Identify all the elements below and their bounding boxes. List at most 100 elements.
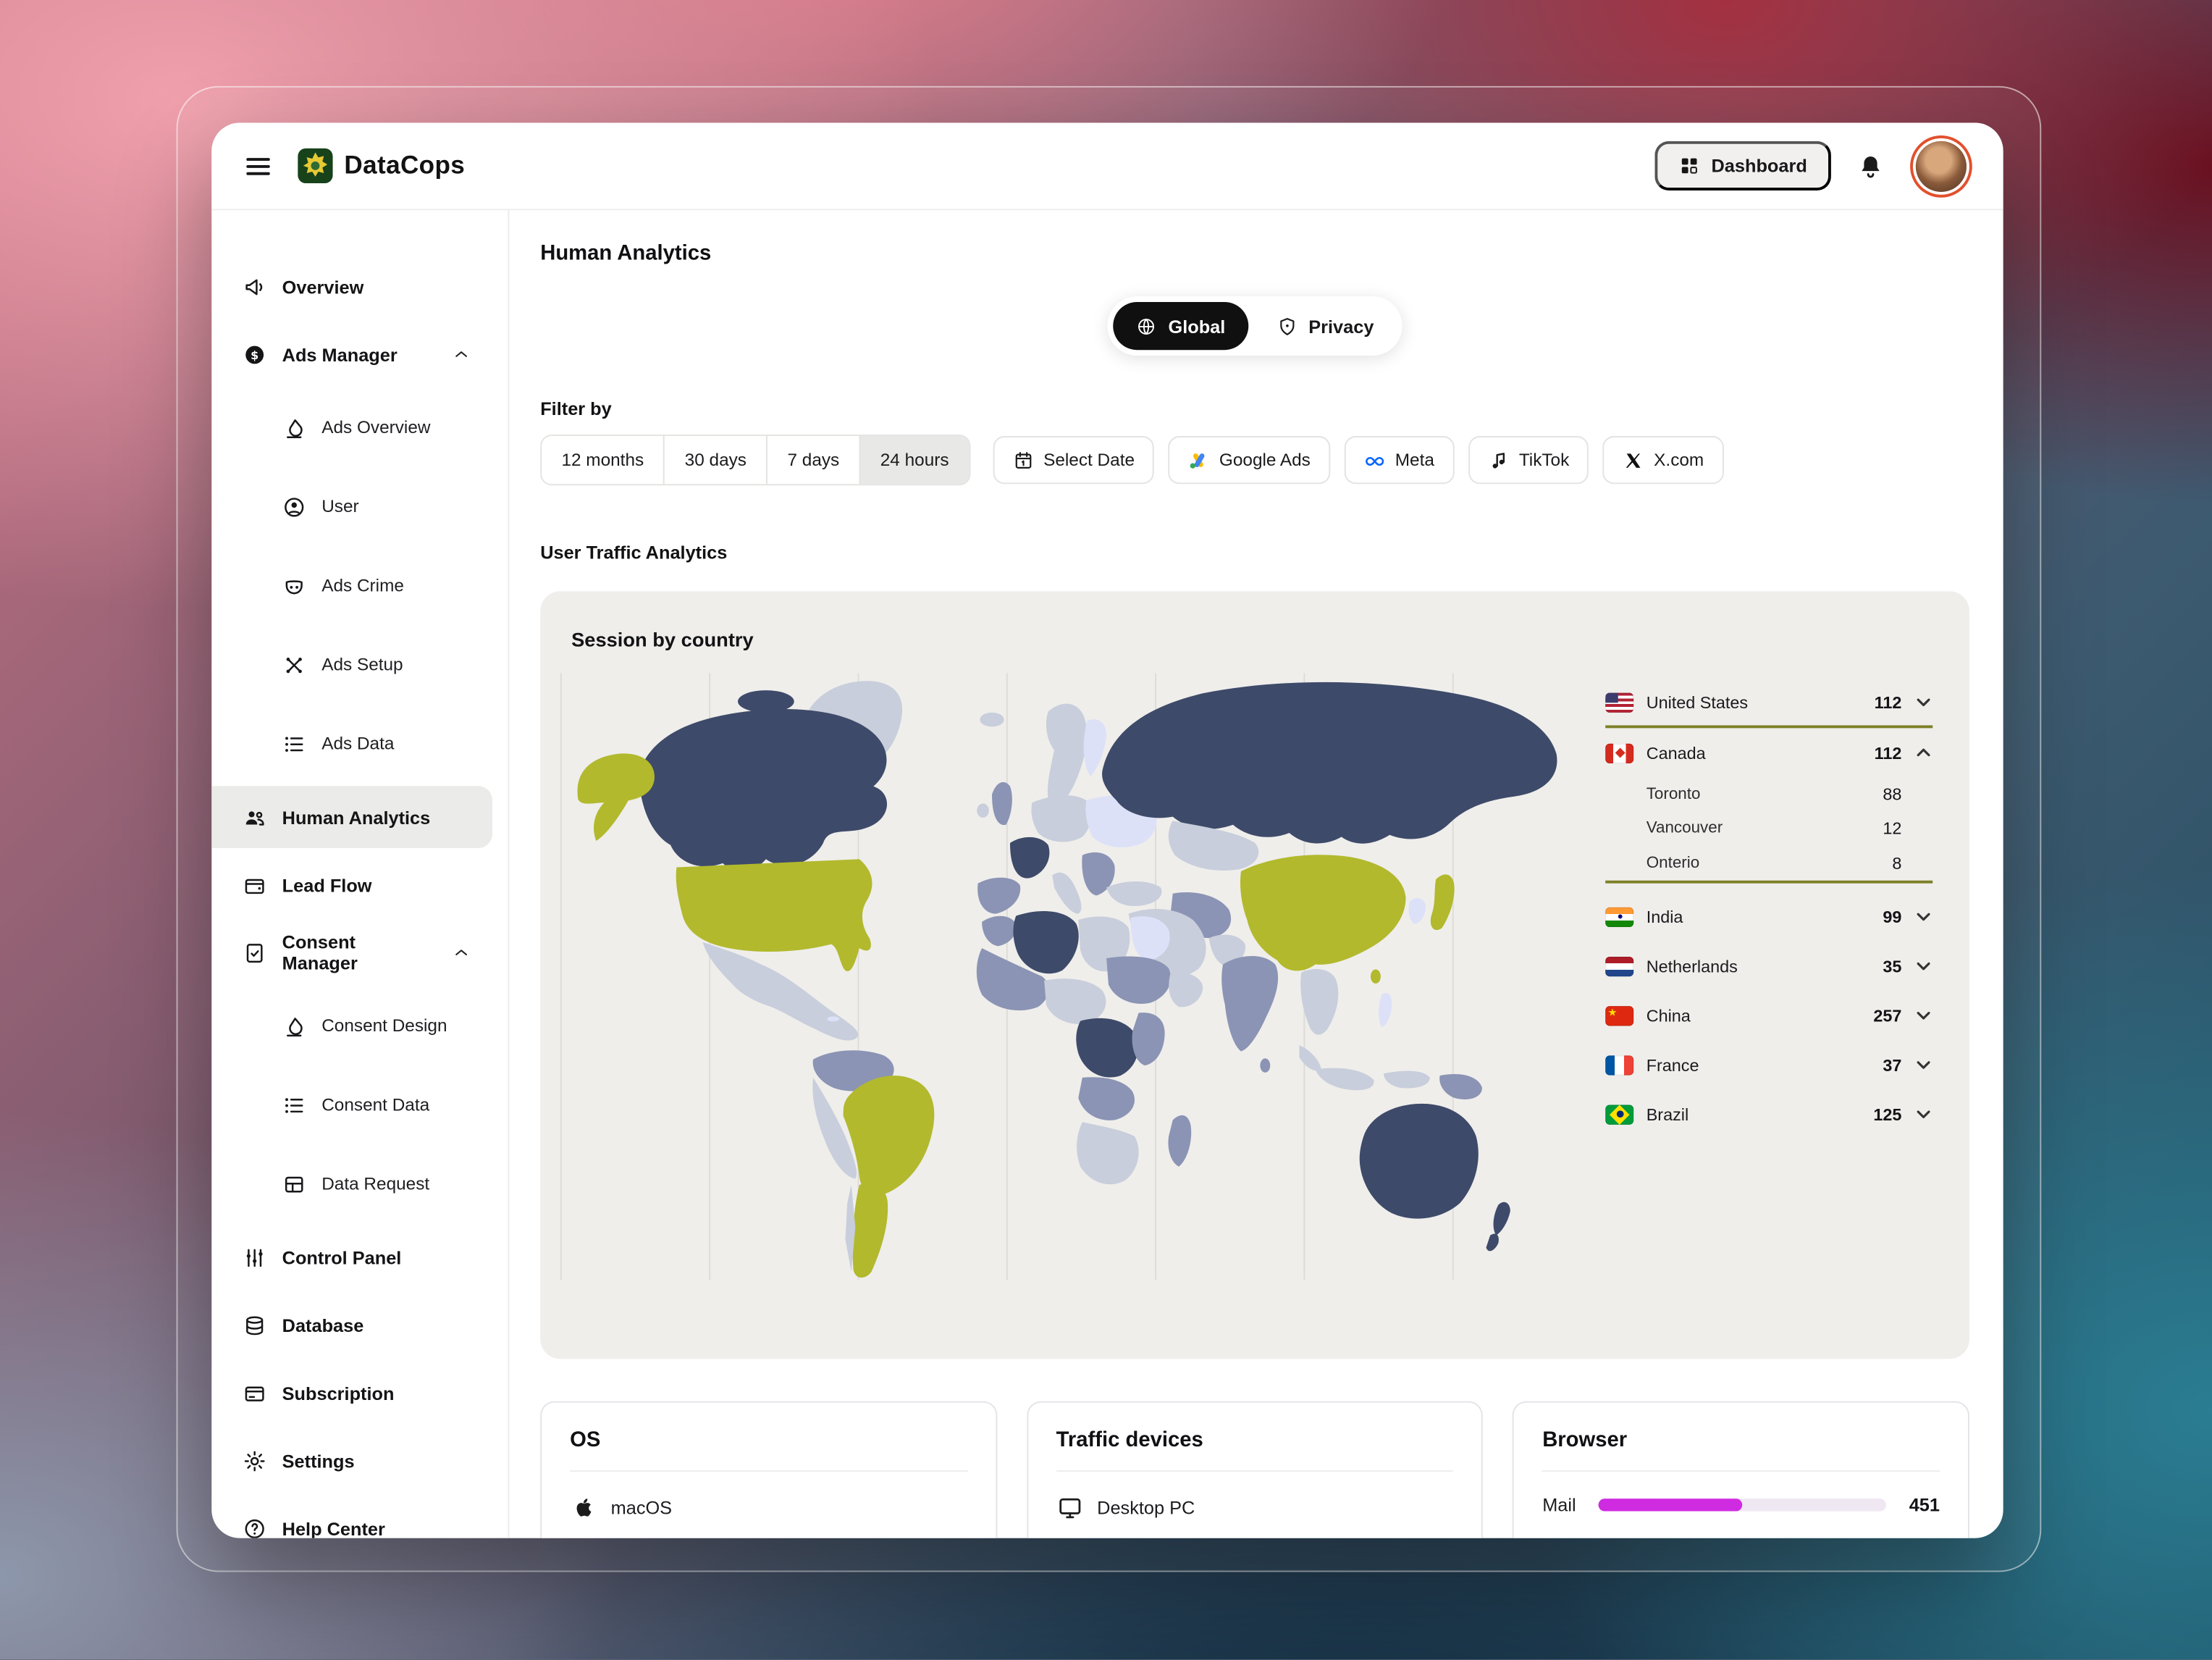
select-date-button[interactable]: Select Date [993, 436, 1154, 484]
map-region-central-europe [1031, 795, 1091, 842]
mask-icon [282, 574, 306, 598]
sidebar-item-ads-setup[interactable]: Ads Setup [211, 625, 508, 704]
user-traffic-analytics-label: User Traffic Analytics [540, 542, 1969, 563]
city-row-onterio[interactable]: Onterio 8 [1605, 845, 1933, 884]
country-row-canada[interactable]: Canada 112 [1605, 728, 1933, 777]
sidebar-item-label: Ads Manager [282, 343, 398, 364]
sidebar-item-label: Consent Data [321, 1095, 429, 1115]
map-region-mexico [702, 942, 858, 1041]
map-region-philippines [1379, 993, 1392, 1027]
meta-icon [1364, 450, 1385, 471]
window-body: Overview $ Ads Manager Ads Overview [211, 210, 2003, 1538]
sidebar-item-label: Ads Setup [321, 655, 403, 674]
country-row-brazil[interactable]: Brazil 125 [1605, 1089, 1933, 1139]
country-row-france[interactable]: France 37 [1605, 1040, 1933, 1089]
traffic-devices-card-title: Traffic devices [1056, 1428, 1454, 1452]
map-region-china [1240, 855, 1406, 971]
sidebar-item-ads-crime[interactable]: Ads Crime [211, 546, 508, 625]
map-region-sudan [1106, 957, 1171, 1004]
filter-30-days[interactable]: 30 days [663, 436, 766, 484]
city-name: Toronto [1647, 786, 1701, 802]
time-filter-group: 12 months 30 days 7 days 24 hours [540, 435, 970, 485]
browser-card-title: Browser [1542, 1428, 1940, 1452]
sidebar: Overview $ Ads Manager Ads Overview [211, 210, 509, 1538]
filter-tiktok[interactable]: TikTok [1468, 436, 1589, 484]
map-region-taiwan [1371, 969, 1381, 984]
chevron-down-icon[interactable] [1914, 907, 1933, 926]
sidebar-item-ads-data[interactable]: Ads Data [211, 704, 508, 783]
sidebar-item-subscription[interactable]: Subscription [211, 1359, 508, 1427]
gear-icon [243, 1449, 266, 1472]
sidebar-item-control-panel[interactable]: Control Panel [211, 1223, 508, 1291]
chevron-up-icon[interactable] [451, 942, 471, 962]
map-region-russia [1102, 682, 1557, 844]
city-row-toronto[interactable]: Toronto 88 [1605, 778, 1933, 812]
browser-row-mail[interactable]: Mail 451 [1542, 1494, 1940, 1515]
sidebar-item-label: Ads Overview [321, 418, 430, 437]
sidebar-item-human-analytics[interactable]: Human Analytics [211, 783, 508, 851]
chevron-down-icon[interactable] [1914, 1105, 1933, 1123]
sidebar-item-label: Help Center [282, 1517, 385, 1538]
filter-12-months[interactable]: 12 months [542, 436, 663, 484]
sidebar-item-settings[interactable]: Settings [211, 1427, 508, 1495]
sidebar-item-help-center[interactable]: Help Center [211, 1494, 508, 1538]
chevron-down-icon[interactable] [1914, 693, 1933, 711]
country-value: 35 [1883, 956, 1901, 976]
tab-privacy[interactable]: Privacy [1253, 302, 1396, 350]
map-card-title: Session by country [571, 628, 1950, 650]
credit-card-icon [243, 1380, 266, 1404]
divider [570, 1470, 967, 1472]
chevron-down-icon[interactable] [1914, 957, 1933, 975]
user-icon [282, 495, 306, 519]
app-window: DataCops Dashboard [211, 123, 2003, 1538]
world-map [560, 673, 1564, 1280]
avatar[interactable] [1916, 141, 1967, 191]
tab-global[interactable]: Global [1114, 302, 1248, 350]
chevron-down-icon[interactable] [1914, 1006, 1933, 1024]
sidebar-item-overview[interactable]: Overview [211, 253, 508, 321]
country-row-india[interactable]: India 99 [1605, 892, 1933, 941]
filter-google-ads[interactable]: Google Ads [1169, 436, 1330, 484]
device-row-desktop-pc[interactable]: Desktop PC [1056, 1494, 1454, 1521]
map-region-iberia [977, 878, 1020, 914]
city-row-vancouver[interactable]: Vancouver 12 [1605, 811, 1933, 845]
sidebar-item-label: Consent Design [321, 1016, 447, 1036]
country-row-netherlands[interactable]: Netherlands 35 [1605, 942, 1933, 991]
filter-24-hours[interactable]: 24 hours [859, 436, 969, 484]
datacops-logo[interactable] [296, 147, 335, 185]
sliders-icon [243, 1245, 266, 1269]
map-region-horn [1169, 972, 1203, 1007]
map-region-india [1221, 956, 1278, 1052]
bottom-cards-row: OS macOS Traffic devices [540, 1401, 1969, 1538]
city-name: Vancouver [1647, 820, 1723, 837]
os-item-label: macOS [611, 1497, 672, 1518]
filter-7-days[interactable]: 7 days [766, 436, 859, 484]
sidebar-item-consent-design[interactable]: Consent Design [211, 986, 508, 1065]
map-region-morocco [982, 916, 1017, 947]
sidebar-item-user[interactable]: User [211, 467, 508, 546]
sidebar-item-database[interactable]: Database [211, 1291, 508, 1359]
dashboard-button[interactable]: Dashboard [1655, 141, 1831, 190]
filter-meta[interactable]: Meta [1345, 436, 1455, 484]
country-row-china[interactable]: China 257 [1605, 991, 1933, 1040]
chevron-up-icon[interactable] [1914, 744, 1933, 762]
page-title: Human Analytics [540, 241, 1969, 265]
sidebar-item-data-request[interactable]: Data Request [211, 1144, 508, 1223]
sidebar-item-ads-overview[interactable]: Ads Overview [211, 388, 508, 467]
country-row-united-states[interactable]: United States 112 [1605, 679, 1933, 728]
filter-x[interactable]: X.com [1603, 436, 1723, 484]
traffic-devices-card: Traffic devices Desktop PC [1027, 1401, 1484, 1538]
chevron-up-icon[interactable] [451, 344, 471, 364]
map-region-indonesia-east [1384, 1071, 1430, 1089]
hamburger-menu-icon[interactable] [243, 150, 274, 181]
os-row-macos[interactable]: macOS [570, 1494, 967, 1521]
chevron-down-icon[interactable] [1914, 1055, 1933, 1073]
sidebar-item-ads-manager[interactable]: $ Ads Manager [211, 320, 508, 388]
map-region-new-zealand-south [1486, 1234, 1499, 1252]
sidebar-item-consent-manager[interactable]: Consent Manager [211, 918, 508, 986]
bell-icon[interactable] [1856, 151, 1885, 180]
sidebar-item-lead-flow[interactable]: Lead Flow [211, 851, 508, 919]
sidebar-item-consent-data[interactable]: Consent Data [211, 1065, 508, 1144]
sidebar-item-label: Ads Data [321, 734, 394, 753]
city-name: Onterio [1647, 855, 1699, 871]
